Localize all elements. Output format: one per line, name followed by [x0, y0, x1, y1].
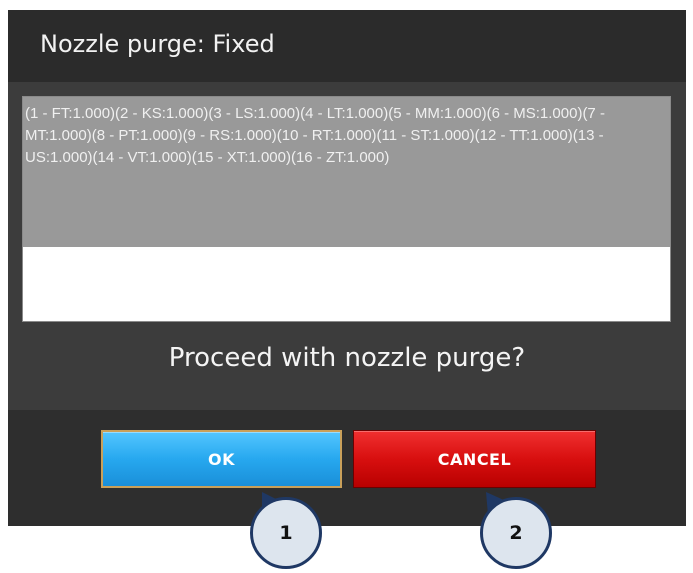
callout-circle-1: 1: [250, 497, 322, 569]
callout-badge-2: 2: [480, 497, 552, 569]
cancel-button[interactable]: CANCEL: [353, 430, 596, 488]
ok-button[interactable]: OK: [101, 430, 342, 488]
dialog-title-bar: Nozzle purge: Fixed: [8, 10, 686, 82]
cancel-button-label: CANCEL: [437, 449, 512, 469]
callout-number-2: 2: [509, 522, 523, 544]
callout-circle-2: 2: [480, 497, 552, 569]
dialog-title: Nozzle purge: Fixed: [40, 30, 275, 58]
confirmation-prompt: Proceed with nozzle purge?: [168, 343, 526, 373]
purge-details-text: (1 - FT:1.000)(2 - KS:1.000)(3 - LS:1.00…: [25, 105, 610, 166]
callout-badge-1: 1: [250, 497, 322, 569]
purge-details-textbox[interactable]: (1 - FT:1.000)(2 - KS:1.000)(3 - LS:1.00…: [22, 96, 671, 322]
callout-number-1: 1: [279, 522, 293, 544]
screenshot-stage: Nozzle purge: Fixed (1 - FT:1.000)(2 - K…: [0, 0, 693, 573]
ok-button-label: OK: [208, 449, 235, 469]
